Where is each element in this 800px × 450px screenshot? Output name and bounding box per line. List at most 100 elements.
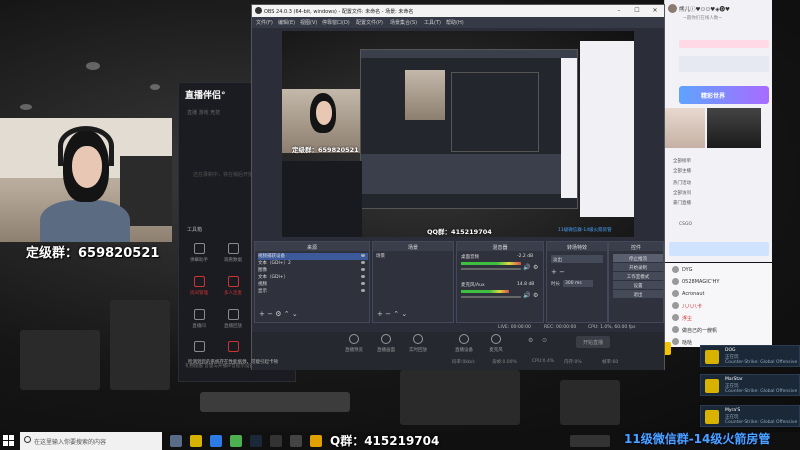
source-item[interactable]: 图像	[258, 267, 368, 274]
viewer-row[interactable]: Acronaut	[672, 290, 772, 300]
viewer-row[interactable]: 做自己的一艘帆	[672, 326, 772, 336]
menu-docks[interactable]: 停靠窗口(D)	[322, 19, 350, 26]
promo-banner[interactable]: 精彩世界	[679, 86, 769, 104]
streamer-thumbnail[interactable]	[707, 108, 761, 148]
minimize-icon[interactable]: –	[610, 5, 628, 17]
taskbar-search-input[interactable]: 在这里输入你要搜索的内容	[20, 432, 162, 450]
obs-titlebar[interactable]: OBS 24.0.3 (64-bit, windows) - 配置文件: 未命名…	[252, 5, 664, 17]
obs-taskbar-icon[interactable]	[290, 435, 302, 447]
menu-help[interactable]: 帮助(H)	[446, 19, 464, 26]
obs-window[interactable]: OBS 24.0.3 (64-bit, windows) - 配置文件: 未命名…	[251, 4, 665, 370]
volume-slider[interactable]	[461, 268, 521, 270]
stop-streaming-button[interactable]: 停止推流	[613, 254, 663, 262]
visibility-icon[interactable]	[361, 289, 365, 292]
controls-dock[interactable]: 控件 停止推流 开始录制 工作室模式 设置 退出	[608, 241, 664, 323]
start-recording-button[interactable]: 开始录制	[613, 263, 663, 271]
start-live-button[interactable]: 开始直播	[576, 336, 610, 348]
maximize-icon[interactable]: ☐	[628, 5, 646, 17]
friend-notification[interactable]: DOG 正在玩 Counter-Strike: Global Offensive	[700, 345, 800, 367]
emoji-strip[interactable]	[679, 40, 769, 48]
move-down-icon[interactable]: ⌄	[401, 310, 407, 318]
gear-icon[interactable]: ⚙	[275, 310, 281, 318]
viewer-row[interactable]: DYG	[672, 266, 772, 276]
app-icon[interactable]	[230, 435, 242, 447]
tool-viewer-data[interactable]: 观看数据	[215, 243, 251, 263]
live-picture-tool[interactable]: 直播画面	[370, 334, 402, 353]
settings-button[interactable]: 设置	[613, 281, 663, 289]
chat-panel[interactable]: 熊儿ⓘ♥⚇⚇♥◈🅓♥ ~圆你们在线人数~ 精彩世界 全部榜单 全部主播 热门活动…	[664, 0, 772, 262]
move-down-icon[interactable]: ⌄	[292, 310, 298, 318]
mixer-dock[interactable]: 混音器 桌面音频 -2.2 dB 🔊 ⚙ 麦克风/Aux 14.8 dB 🔊 ⚙	[456, 241, 544, 323]
menu-scene-collection[interactable]: 场景集合(S)	[390, 19, 417, 26]
menu-profile[interactable]: 配置文件(P)	[356, 19, 383, 26]
tool-replay[interactable]: 直播回放	[215, 309, 251, 329]
gear-icon[interactable]: ⚙	[533, 292, 538, 299]
add-icon[interactable]: +	[259, 310, 265, 318]
speaker-icon[interactable]: 🔊	[523, 292, 530, 299]
tool-room-management[interactable]: 房间管理	[181, 276, 217, 296]
sources-toolbar[interactable]: + − ⚙ ⌃ ⌄	[259, 310, 298, 318]
transitions-dock[interactable]: 转场特效 淡出 + − 时长 300 ms	[546, 241, 608, 323]
scenes-toolbar[interactable]: + − ⌃ ⌄	[377, 310, 407, 318]
exit-button[interactable]: 退出	[613, 290, 663, 298]
windows-start-icon[interactable]	[3, 435, 14, 446]
add-icon[interactable]: +	[377, 310, 383, 318]
viewer-row[interactable]: 0528MAGIC'HY	[672, 278, 772, 288]
friend-notification[interactable]: Myra'S 正在玩 Counter-Strike: Global Offens…	[700, 405, 800, 427]
viewer-list[interactable]: DYG 0528MAGIC'HY Acronaut 八八八卡 浮尘 做自己的一艘…	[664, 263, 772, 347]
visibility-icon[interactable]	[361, 282, 365, 285]
devices-tool[interactable]: 直播设备	[448, 334, 480, 353]
remove-icon[interactable]: −	[267, 310, 273, 318]
menu-edit[interactable]: 编辑(E)	[278, 19, 295, 26]
source-item[interactable]: 显示	[258, 288, 368, 295]
visibility-icon[interactable]	[361, 268, 365, 271]
streamer-thumbnail[interactable]	[665, 108, 705, 148]
app-icon[interactable]	[270, 435, 282, 447]
move-up-icon[interactable]: ⌃	[284, 310, 290, 318]
replay-tool[interactable]: 实时回放	[402, 334, 434, 353]
tool-danmaku-assistant[interactable]: 弹幕助手	[181, 243, 217, 263]
source-item[interactable]: 视频	[258, 281, 368, 288]
close-icon[interactable]: ✕	[646, 5, 664, 17]
scenes-dock[interactable]: 场景 场景 + − ⌃ ⌄	[372, 241, 454, 323]
friend-notification[interactable]: MarStar 正在玩 Counter-Strike: Global Offen…	[700, 374, 800, 396]
visibility-icon[interactable]	[361, 254, 365, 257]
lock-icon[interactable]: ⊙	[542, 337, 547, 344]
tool-extra-2[interactable]	[215, 341, 251, 355]
sources-dock[interactable]: 来源 视频捕获设备 文本（GDI+）2 图像 文本（GDI+） 视频 显示 + …	[254, 241, 370, 323]
menu-view[interactable]: 视图(V)	[300, 19, 317, 26]
menu-tools[interactable]: 工具(T)	[424, 19, 441, 26]
app-icon[interactable]	[190, 435, 202, 447]
live-preview-tool[interactable]: 直播预览	[338, 334, 370, 353]
chat-input-bar[interactable]	[669, 242, 769, 256]
gear-icon[interactable]: ⚙	[528, 337, 533, 344]
viewer-row[interactable]: 八八八卡	[672, 302, 772, 312]
tool-live-room[interactable]: 直播间	[181, 309, 217, 329]
duration-input[interactable]: 300 ms	[563, 280, 593, 287]
speaker-icon[interactable]: 🔊	[523, 264, 530, 271]
app-icon[interactable]	[310, 435, 322, 447]
source-item[interactable]: 文本（GDI+）2	[258, 260, 368, 267]
emote-row[interactable]	[679, 56, 769, 72]
transition-tools[interactable]: + −	[551, 268, 565, 276]
tray-icons[interactable]	[570, 435, 610, 447]
studio-mode-button[interactable]: 工作室模式	[613, 272, 663, 280]
transition-select[interactable]: 淡出	[551, 255, 603, 263]
menu-file[interactable]: 文件(F)	[256, 19, 273, 26]
scene-item[interactable]: 场景	[376, 253, 452, 260]
visibility-icon[interactable]	[361, 275, 365, 278]
mic-tool[interactable]: 麦克风	[480, 334, 512, 353]
viewer-row[interactable]: 浮尘	[672, 314, 772, 324]
visibility-icon[interactable]	[361, 261, 365, 264]
volume-slider[interactable]	[461, 296, 521, 298]
companion-tabs[interactable]: 直播 游戏 竞技	[187, 109, 220, 116]
steam-icon[interactable]	[250, 435, 262, 447]
app-icon[interactable]	[210, 435, 222, 447]
source-item[interactable]: 文本（GDI+）	[258, 274, 368, 281]
tool-multi-mic[interactable]: 多人连麦	[215, 276, 251, 296]
obs-preview-canvas[interactable]: 定级群：659820521 QQ群：415219704 11级微信群-14级火箭…	[282, 31, 634, 237]
task-view-icon[interactable]	[170, 435, 182, 447]
remove-icon[interactable]: −	[385, 310, 391, 318]
gear-icon[interactable]: ⚙	[533, 264, 538, 271]
move-up-icon[interactable]: ⌃	[393, 310, 399, 318]
